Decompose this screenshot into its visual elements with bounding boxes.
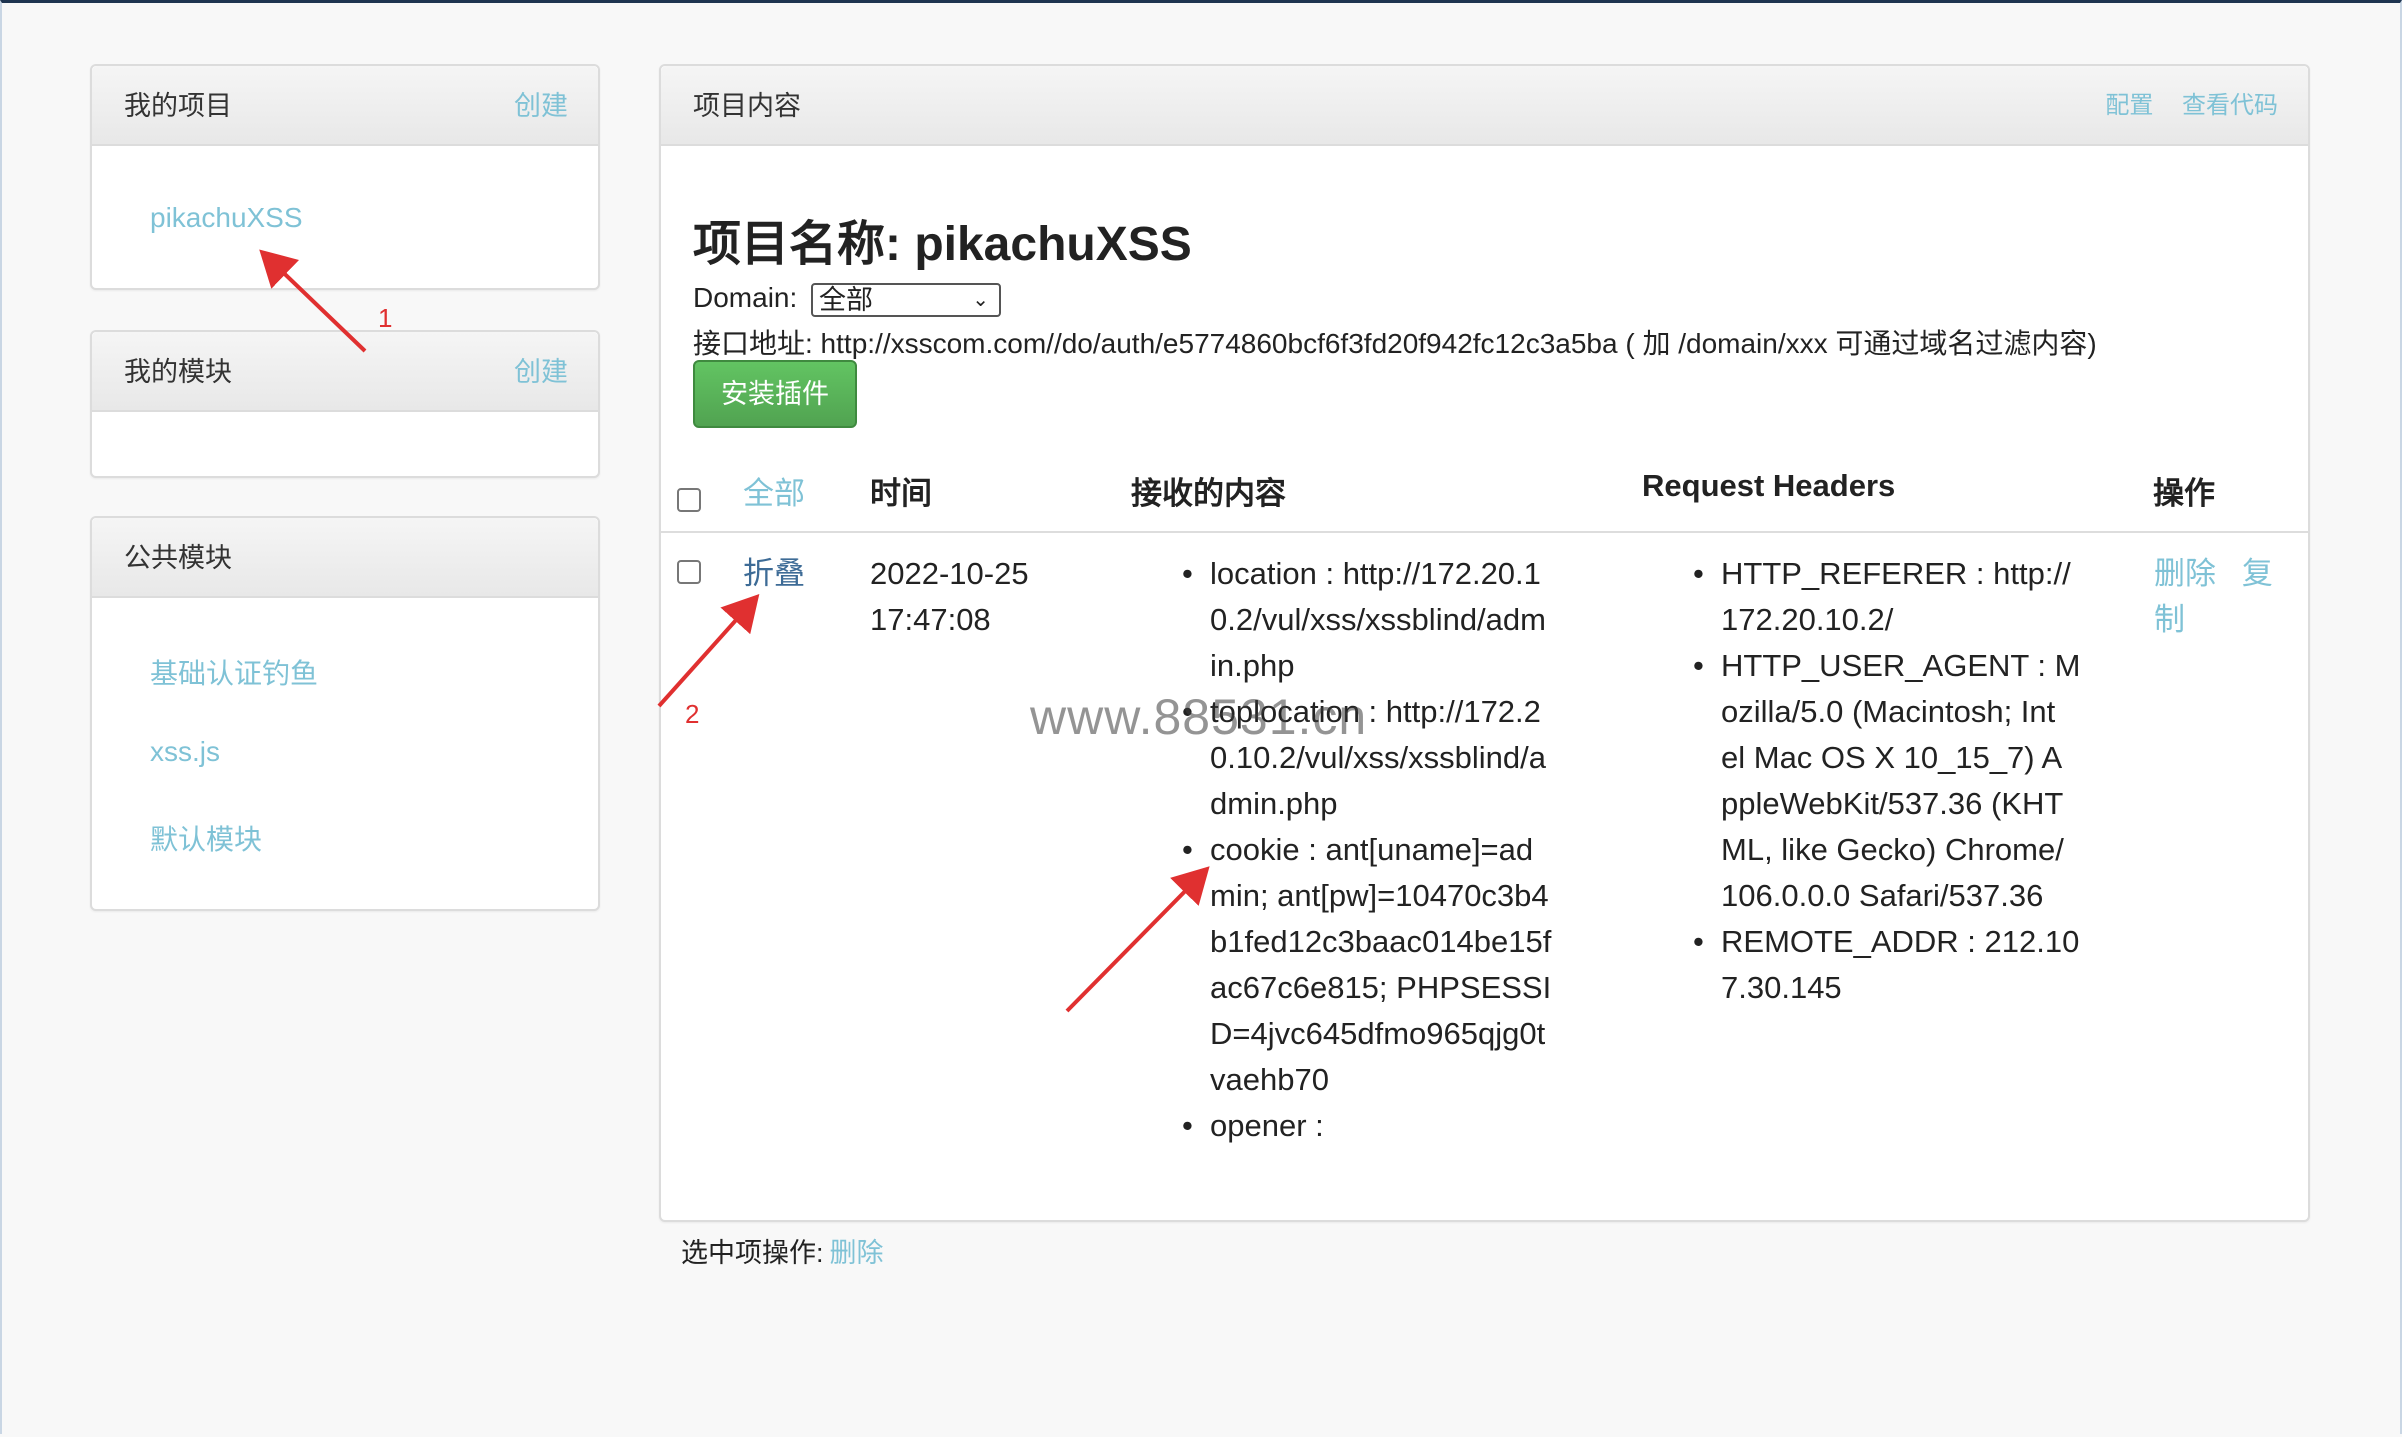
project-content-panel: 项目内容 配置 查看代码 项目名称: pikachuXSS Domain: 全部… — [659, 64, 2310, 1268]
my-projects-title: 我的项目 — [124, 91, 232, 121]
table-header-request-headers: Request Headers — [1642, 468, 1896, 503]
my-modules-panel: 我的模块 创建 — [90, 330, 600, 478]
header-line: ppleWebKit/537.36 (KHT — [1721, 786, 2064, 821]
public-modules-title: 公共模块 — [124, 543, 232, 573]
annotation-number-2: 2 — [685, 699, 700, 729]
request-headers-list: HTTP_REFERER : http:// 172.20.10.2/ HTTP… — [1693, 551, 2101, 1011]
header-item-remote-addr: REMOTE_ADDR : 212.10 7.30.145 — [1693, 919, 2101, 1011]
api-address: 接口地址: http://xsscom.com//do/auth/e577486… — [693, 328, 2097, 359]
header-line: HTTP_REFERER : http:// — [1721, 556, 2071, 591]
content-line: min; ant[pw]=10470c3b4 — [1210, 878, 1549, 913]
content-line: vaehb70 — [1210, 1062, 1329, 1097]
header-line: HTTP_USER_AGENT : M — [1721, 648, 2081, 683]
domain-select[interactable]: 全部 ⌄ — [811, 282, 1002, 317]
content-line: 0.2/vul/xss/xssblind/adm — [1210, 602, 1546, 637]
content-line: location : http://172.20.1 — [1210, 556, 1541, 591]
header-item-referer: HTTP_REFERER : http:// 172.20.10.2/ — [1693, 551, 2101, 643]
my-modules-header: 我的模块 创建 — [92, 332, 598, 412]
row-date: 2022-10-25 — [870, 556, 1029, 591]
my-projects-panel: 我的项目 创建 pikachuXSS — [90, 64, 600, 290]
create-module-link[interactable]: 创建 — [514, 332, 568, 412]
header-item-user-agent: HTTP_USER_AGENT : M ozilla/5.0 (Macintos… — [1693, 643, 2101, 919]
bulk-delete-link[interactable]: 删除 — [830, 1238, 884, 1268]
view-code-link[interactable]: 查看代码 — [2182, 92, 2278, 119]
content-line: b1fed12c3baac014be15f — [1210, 924, 1552, 959]
content-item-location: location : http://172.20.1 0.2/vul/xss/x… — [1182, 551, 1590, 689]
content-item-opener: opener : — [1182, 1103, 1590, 1149]
row-checkbox[interactable] — [677, 560, 701, 584]
header-line: REMOTE_ADDR : 212.10 — [1721, 924, 2080, 959]
delete-link[interactable]: 删除 — [2154, 556, 2216, 591]
row-actions: 删除 复制 — [2154, 551, 2294, 643]
module-link-xss-js[interactable]: xss.js — [150, 736, 220, 768]
header-line: ozilla/5.0 (Macintosh; Int — [1721, 694, 2056, 729]
content-line: opener : — [1210, 1108, 1324, 1143]
project-link-pikachuxss[interactable]: pikachuXSS — [150, 202, 303, 234]
header-line: 7.30.145 — [1721, 970, 1842, 1005]
header-line: ML, like Gecko) Chrome/ — [1721, 832, 2064, 867]
content-item-cookie: cookie : ant[uname]=ad min; ant[pw]=1047… — [1182, 827, 1590, 1103]
module-link-basic-auth-phishing[interactable]: 基础认证钓鱼 — [150, 652, 318, 692]
content-line: D=4jvc645dfmo965qjg0t — [1210, 1016, 1546, 1051]
collapse-toggle[interactable]: 折叠 — [743, 551, 805, 597]
header-line: 172.20.10.2/ — [1721, 602, 1894, 637]
config-link[interactable]: 配置 — [2105, 92, 2153, 119]
project-content-header: 项目内容 配置 查看代码 — [661, 66, 2308, 146]
table-header-time: 时间 — [870, 476, 932, 511]
row-clock: 17:47:08 — [870, 602, 991, 637]
bulk-actions-row: 选中项操作: 删除 — [681, 1231, 884, 1270]
bulk-actions-label: 选中项操作: — [681, 1238, 824, 1268]
module-link-default-module[interactable]: 默认模块 — [150, 818, 262, 858]
header-line: el Mac OS X 10_15_7) A — [1721, 740, 2063, 775]
received-content: location : http://172.20.1 0.2/vul/xss/x… — [1182, 551, 1590, 1149]
row-time: 2022-10-25 17:47:08 — [870, 551, 1029, 643]
domain-row: Domain: 全部 ⌄ — [693, 282, 1002, 317]
watermark-text: www.88531.cn — [1030, 689, 1368, 745]
annotation-number-1: 1 — [378, 303, 393, 333]
public-modules-header: 公共模块 — [92, 518, 598, 598]
project-name-title: 项目名称: pikachuXSS — [693, 218, 1192, 271]
header-actions: 配置 查看代码 — [2083, 66, 2278, 146]
my-modules-title: 我的模块 — [124, 357, 232, 387]
domain-select-value: 全部 — [819, 284, 874, 315]
select-all-checkbox[interactable] — [677, 488, 701, 512]
header-line: 106.0.0.0 Safari/537.36 — [1721, 878, 2044, 913]
table-header-all[interactable]: 全部 — [743, 468, 805, 513]
content-line: cookie : ant[uname]=ad — [1210, 832, 1534, 867]
copy-label-part: 复 — [2241, 556, 2273, 591]
request-headers: HTTP_REFERER : http:// 172.20.10.2/ HTTP… — [1693, 551, 2101, 1011]
install-plugin-button[interactable]: 安装插件 — [693, 360, 857, 428]
public-modules-panel: 公共模块 基础认证钓鱼 xss.js 默认模块 — [90, 516, 600, 911]
received-content-list: location : http://172.20.1 0.2/vul/xss/x… — [1182, 551, 1590, 1149]
chevron-down-icon: ⌄ — [972, 288, 990, 311]
table-header-actions: 操作 — [2153, 476, 2215, 511]
content-line: in.php — [1210, 648, 1295, 683]
domain-label: Domain: — [693, 282, 798, 313]
table-header-content: 接收的内容 — [1131, 476, 1286, 511]
copy-label-part: 制 — [2154, 602, 2185, 637]
project-content-title: 项目内容 — [693, 91, 801, 121]
my-projects-header: 我的项目 创建 — [92, 66, 598, 146]
create-project-link[interactable]: 创建 — [514, 66, 568, 146]
table-header-divider — [661, 531, 2308, 533]
content-line: ac67c6e815; PHPSESSI — [1210, 970, 1552, 1005]
content-line: dmin.php — [1210, 786, 1338, 821]
